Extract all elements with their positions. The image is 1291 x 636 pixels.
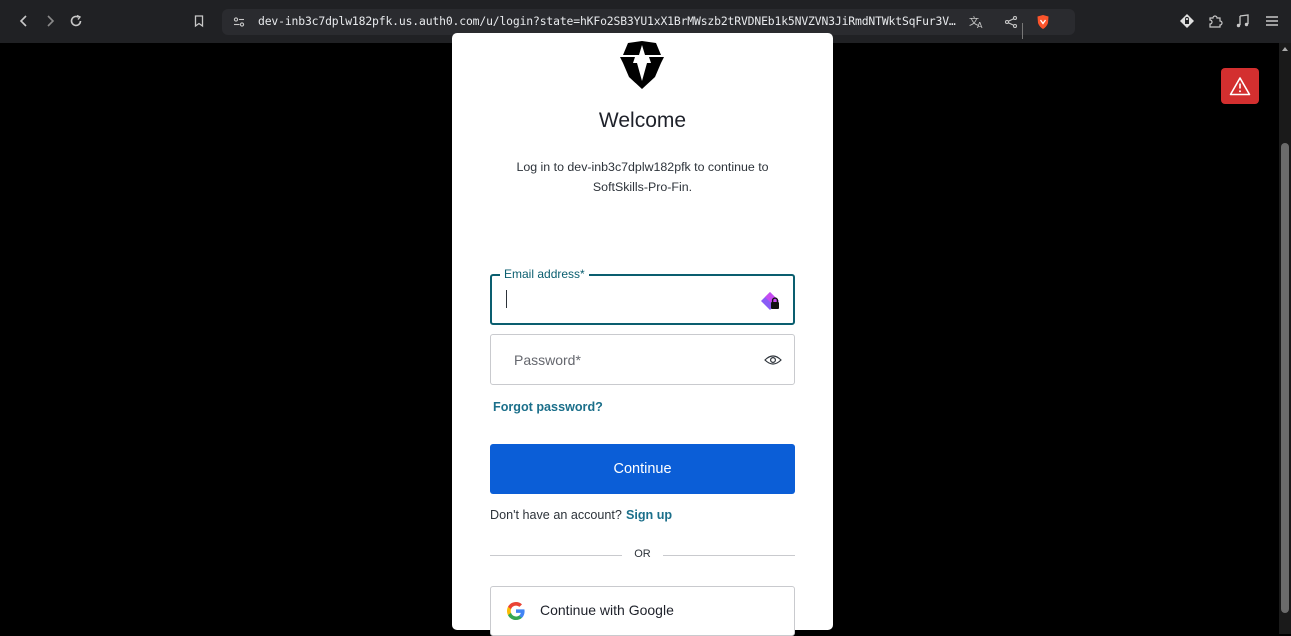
- wallet-icon[interactable]: [1176, 10, 1198, 32]
- page-scrollbar[interactable]: [1279, 43, 1291, 634]
- url-text[interactable]: dev-inb3c7dplw182pfk.us.auth0.com/u/logi…: [258, 14, 958, 28]
- extensions-icon[interactable]: [1204, 10, 1226, 32]
- address-bar[interactable]: dev-inb3c7dplw182pfk.us.auth0.com/u/logi…: [222, 9, 1075, 39]
- forward-icon[interactable]: [39, 10, 61, 32]
- scroll-up-arrow-icon[interactable]: [1282, 47, 1288, 51]
- bookmark-icon[interactable]: [188, 10, 210, 32]
- divider-line-right: [663, 555, 795, 556]
- or-text: OR: [634, 548, 651, 560]
- or-divider: OR: [490, 547, 795, 563]
- site-settings-icon[interactable]: [230, 13, 248, 31]
- signup-link[interactable]: Sign up: [626, 508, 672, 522]
- page-title: Welcome: [598, 109, 687, 132]
- text-caret: [506, 290, 507, 308]
- login-card: Welcome Log in to dev-inb3c7dplw182pfk t…: [452, 33, 833, 636]
- continue-with-google-button[interactable]: Continue with Google: [490, 586, 795, 636]
- google-button-label: Continue with Google: [540, 602, 674, 618]
- google-icon: [507, 602, 525, 620]
- auth0-logo-icon: [620, 41, 664, 89]
- warning-icon[interactable]: [1221, 68, 1259, 104]
- menu-icon[interactable]: [1261, 10, 1283, 32]
- back-icon[interactable]: [13, 10, 35, 32]
- share-icon[interactable]: [1002, 13, 1020, 31]
- signup-prompt: Don't have an account? Sign up: [490, 508, 672, 522]
- page-viewport: Welcome Log in to dev-inb3c7dplw182pfk t…: [0, 33, 1291, 636]
- continue-button[interactable]: Continue: [490, 444, 795, 494]
- no-account-text: Don't have an account?: [490, 508, 622, 522]
- translate-icon[interactable]: 文A: [968, 13, 986, 31]
- brave-shields-icon[interactable]: [1034, 13, 1052, 31]
- svg-text:A: A: [977, 21, 983, 29]
- forgot-password-link[interactable]: Forgot password?: [493, 400, 603, 414]
- media-icon[interactable]: [1232, 10, 1254, 32]
- password-manager-lock-icon[interactable]: [761, 290, 783, 312]
- email-field[interactable]: Email address*: [490, 267, 795, 325]
- url-separator: [1022, 23, 1023, 39]
- login-subtitle: Log in to dev-inb3c7dplw182pfk to contin…: [516, 160, 769, 194]
- email-input[interactable]: [504, 276, 744, 323]
- password-input[interactable]: [512, 335, 752, 384]
- show-password-eye-icon[interactable]: [762, 349, 784, 371]
- reload-icon[interactable]: [65, 10, 87, 32]
- scroll-thumb[interactable]: [1281, 143, 1289, 613]
- password-field[interactable]: [490, 334, 795, 385]
